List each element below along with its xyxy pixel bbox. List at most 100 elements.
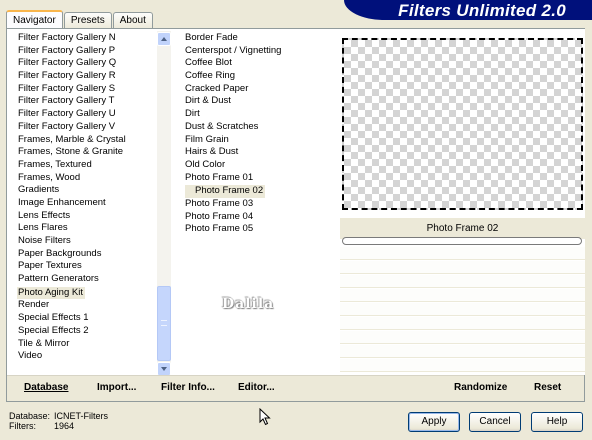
parameter-row[interactable] — [340, 303, 585, 316]
list-item-label: Dirt & Dust — [185, 95, 231, 107]
list-item[interactable]: Photo Frame 03 — [175, 198, 340, 211]
list-item[interactable]: Dirt — [175, 108, 340, 121]
list-item-label: Paper Backgrounds — [18, 247, 102, 259]
list-item[interactable]: Filter Factory Gallery P — [7, 45, 175, 58]
list-item-label: Photo Aging Kit — [17, 286, 85, 300]
list-item-label: Film Grain — [185, 133, 229, 145]
database-status-value: ICNET-Filters — [54, 411, 108, 421]
list-item[interactable]: Photo Frame 04 — [175, 211, 340, 224]
list-item[interactable]: Photo Frame 05 — [175, 223, 340, 236]
list-item-label: Dirt — [185, 108, 200, 120]
list-item-label: Photo Frame 05 — [185, 223, 254, 235]
editor-button[interactable]: Editor... — [238, 382, 275, 393]
list-item[interactable]: Tile & Mirror — [7, 338, 175, 351]
tab-navigator[interactable]: Navigator — [6, 10, 63, 30]
import-label: Import... — [97, 382, 137, 393]
list-item[interactable]: Coffee Ring — [175, 70, 340, 83]
list-item[interactable]: Filter Factory Gallery N — [7, 32, 175, 45]
category-scrollbar[interactable] — [157, 31, 171, 376]
list-item[interactable]: Filter Factory Gallery S — [7, 83, 175, 96]
list-item-label: Frames, Stone & Granite — [18, 146, 124, 158]
list-item[interactable]: Filter Factory Gallery U — [7, 108, 175, 121]
reset-button[interactable]: Reset — [534, 382, 561, 393]
parameter-row[interactable] — [340, 345, 585, 358]
list-item[interactable]: Centerspot / Vignetting — [175, 45, 340, 58]
apply-button[interactable]: Apply — [408, 412, 460, 432]
list-item[interactable]: Border Fade — [175, 32, 340, 45]
list-item-label: Photo Frame 02 — [185, 185, 266, 198]
list-item-label: Filter Factory Gallery R — [18, 70, 116, 82]
list-item[interactable]: Frames, Marble & Crystal — [7, 134, 175, 147]
parameter-row[interactable] — [340, 317, 585, 330]
list-item[interactable]: Old Color — [175, 159, 340, 172]
list-item[interactable]: Lens Effects — [7, 210, 175, 223]
status-info: Database: ICNET-Filters Filters: 1964 — [9, 411, 108, 431]
list-item[interactable]: Paper Textures — [7, 260, 175, 273]
list-item[interactable]: Frames, Textured — [7, 159, 175, 172]
list-item[interactable]: Hairs & Dust — [175, 146, 340, 159]
list-item-label: Border Fade — [185, 32, 238, 43]
filter-list[interactable]: Border Fade Centerspot / Vignetting Coffee… — [175, 29, 340, 375]
filters-count-value: 1964 — [54, 421, 75, 431]
navigator-panel: Filter Factory Gallery N Filter Factory G… — [6, 28, 585, 402]
scroll-up-button[interactable] — [157, 32, 171, 46]
parameter-row[interactable] — [340, 359, 585, 372]
list-item[interactable]: Film Grain — [175, 134, 340, 147]
cancel-button[interactable]: Cancel — [469, 412, 521, 432]
list-item[interactable]: Pattern Generators — [7, 273, 175, 286]
preview-area: Photo Frame 02 — [340, 29, 585, 375]
list-item[interactable]: Noise Filters — [7, 235, 175, 248]
list-item-label: Render — [18, 299, 50, 311]
list-item[interactable]: Gradients — [7, 184, 175, 197]
tab-presets[interactable]: Presets — [63, 12, 112, 29]
scroll-thumb[interactable] — [157, 286, 171, 361]
editor-label: Editor... — [238, 382, 275, 393]
list-item[interactable]: Lens Flares — [7, 222, 175, 235]
list-item[interactable]: Dirt & Dust — [175, 95, 340, 108]
parameter-row[interactable] — [340, 275, 585, 288]
database-button[interactable]: Database — [24, 382, 68, 393]
list-item[interactable]: Filter Factory Gallery R — [7, 70, 175, 83]
list-item-label: Noise Filters — [18, 235, 71, 246]
list-item-label: Filter Factory Gallery N — [18, 32, 116, 43]
scroll-down-button[interactable] — [157, 362, 171, 376]
import-button[interactable]: Import... — [97, 382, 136, 393]
list-item-label: Image Enhancement — [18, 196, 106, 208]
list-item[interactable]: Render — [7, 299, 175, 312]
list-item[interactable]: Frames, Wood — [7, 172, 175, 185]
help-label: Help — [546, 416, 568, 427]
list-item[interactable]: Photo Frame 02 — [175, 184, 340, 198]
list-item-label: Tile & Mirror — [18, 337, 70, 349]
list-item-label: Video — [18, 350, 43, 362]
list-item[interactable]: Filter Factory Gallery Q — [7, 57, 175, 70]
list-item-label: Coffee Blot — [185, 57, 232, 69]
list-item[interactable]: Frames, Stone & Granite — [7, 146, 175, 159]
list-item[interactable]: Filter Factory Gallery V — [7, 121, 175, 134]
list-item[interactable]: Coffee Blot — [175, 57, 340, 70]
list-item[interactable]: Special Effects 2 — [7, 325, 175, 338]
tab-bar: Navigator Presets About — [6, 9, 154, 30]
list-item[interactable]: Photo Frame 01 — [175, 172, 340, 185]
list-item[interactable]: Cracked Paper — [175, 83, 340, 96]
list-item[interactable]: Paper Backgrounds — [7, 248, 175, 261]
parameter-row[interactable] — [340, 261, 585, 274]
parameter-row[interactable] — [340, 289, 585, 302]
list-item[interactable]: Special Effects 1 — [7, 312, 175, 325]
parameter-row[interactable] — [340, 331, 585, 344]
filter-info-button[interactable]: Filter Info... — [161, 382, 215, 393]
list-item-label: Dust & Scratches — [185, 120, 259, 132]
help-button[interactable]: Help — [531, 412, 583, 432]
list-item[interactable]: Video — [7, 350, 175, 363]
parameter-row[interactable] — [340, 247, 585, 260]
list-item-label: Filter Factory Gallery Q — [18, 57, 117, 69]
list-item[interactable]: Dust & Scratches — [175, 121, 340, 134]
list-item[interactable]: Photo Aging Kit — [7, 286, 175, 300]
randomize-button[interactable]: Randomize — [454, 382, 507, 393]
parameter-slider[interactable] — [342, 237, 582, 245]
category-list[interactable]: Filter Factory Gallery N Filter Factory G… — [7, 29, 175, 375]
app-title: Filters Unlimited 2.0 — [398, 1, 566, 20]
list-item[interactable]: Image Enhancement — [7, 197, 175, 210]
list-item-label: Lens Effects — [18, 209, 71, 221]
list-item[interactable]: Filter Factory Gallery T — [7, 95, 175, 108]
tab-about[interactable]: About — [112, 12, 153, 29]
